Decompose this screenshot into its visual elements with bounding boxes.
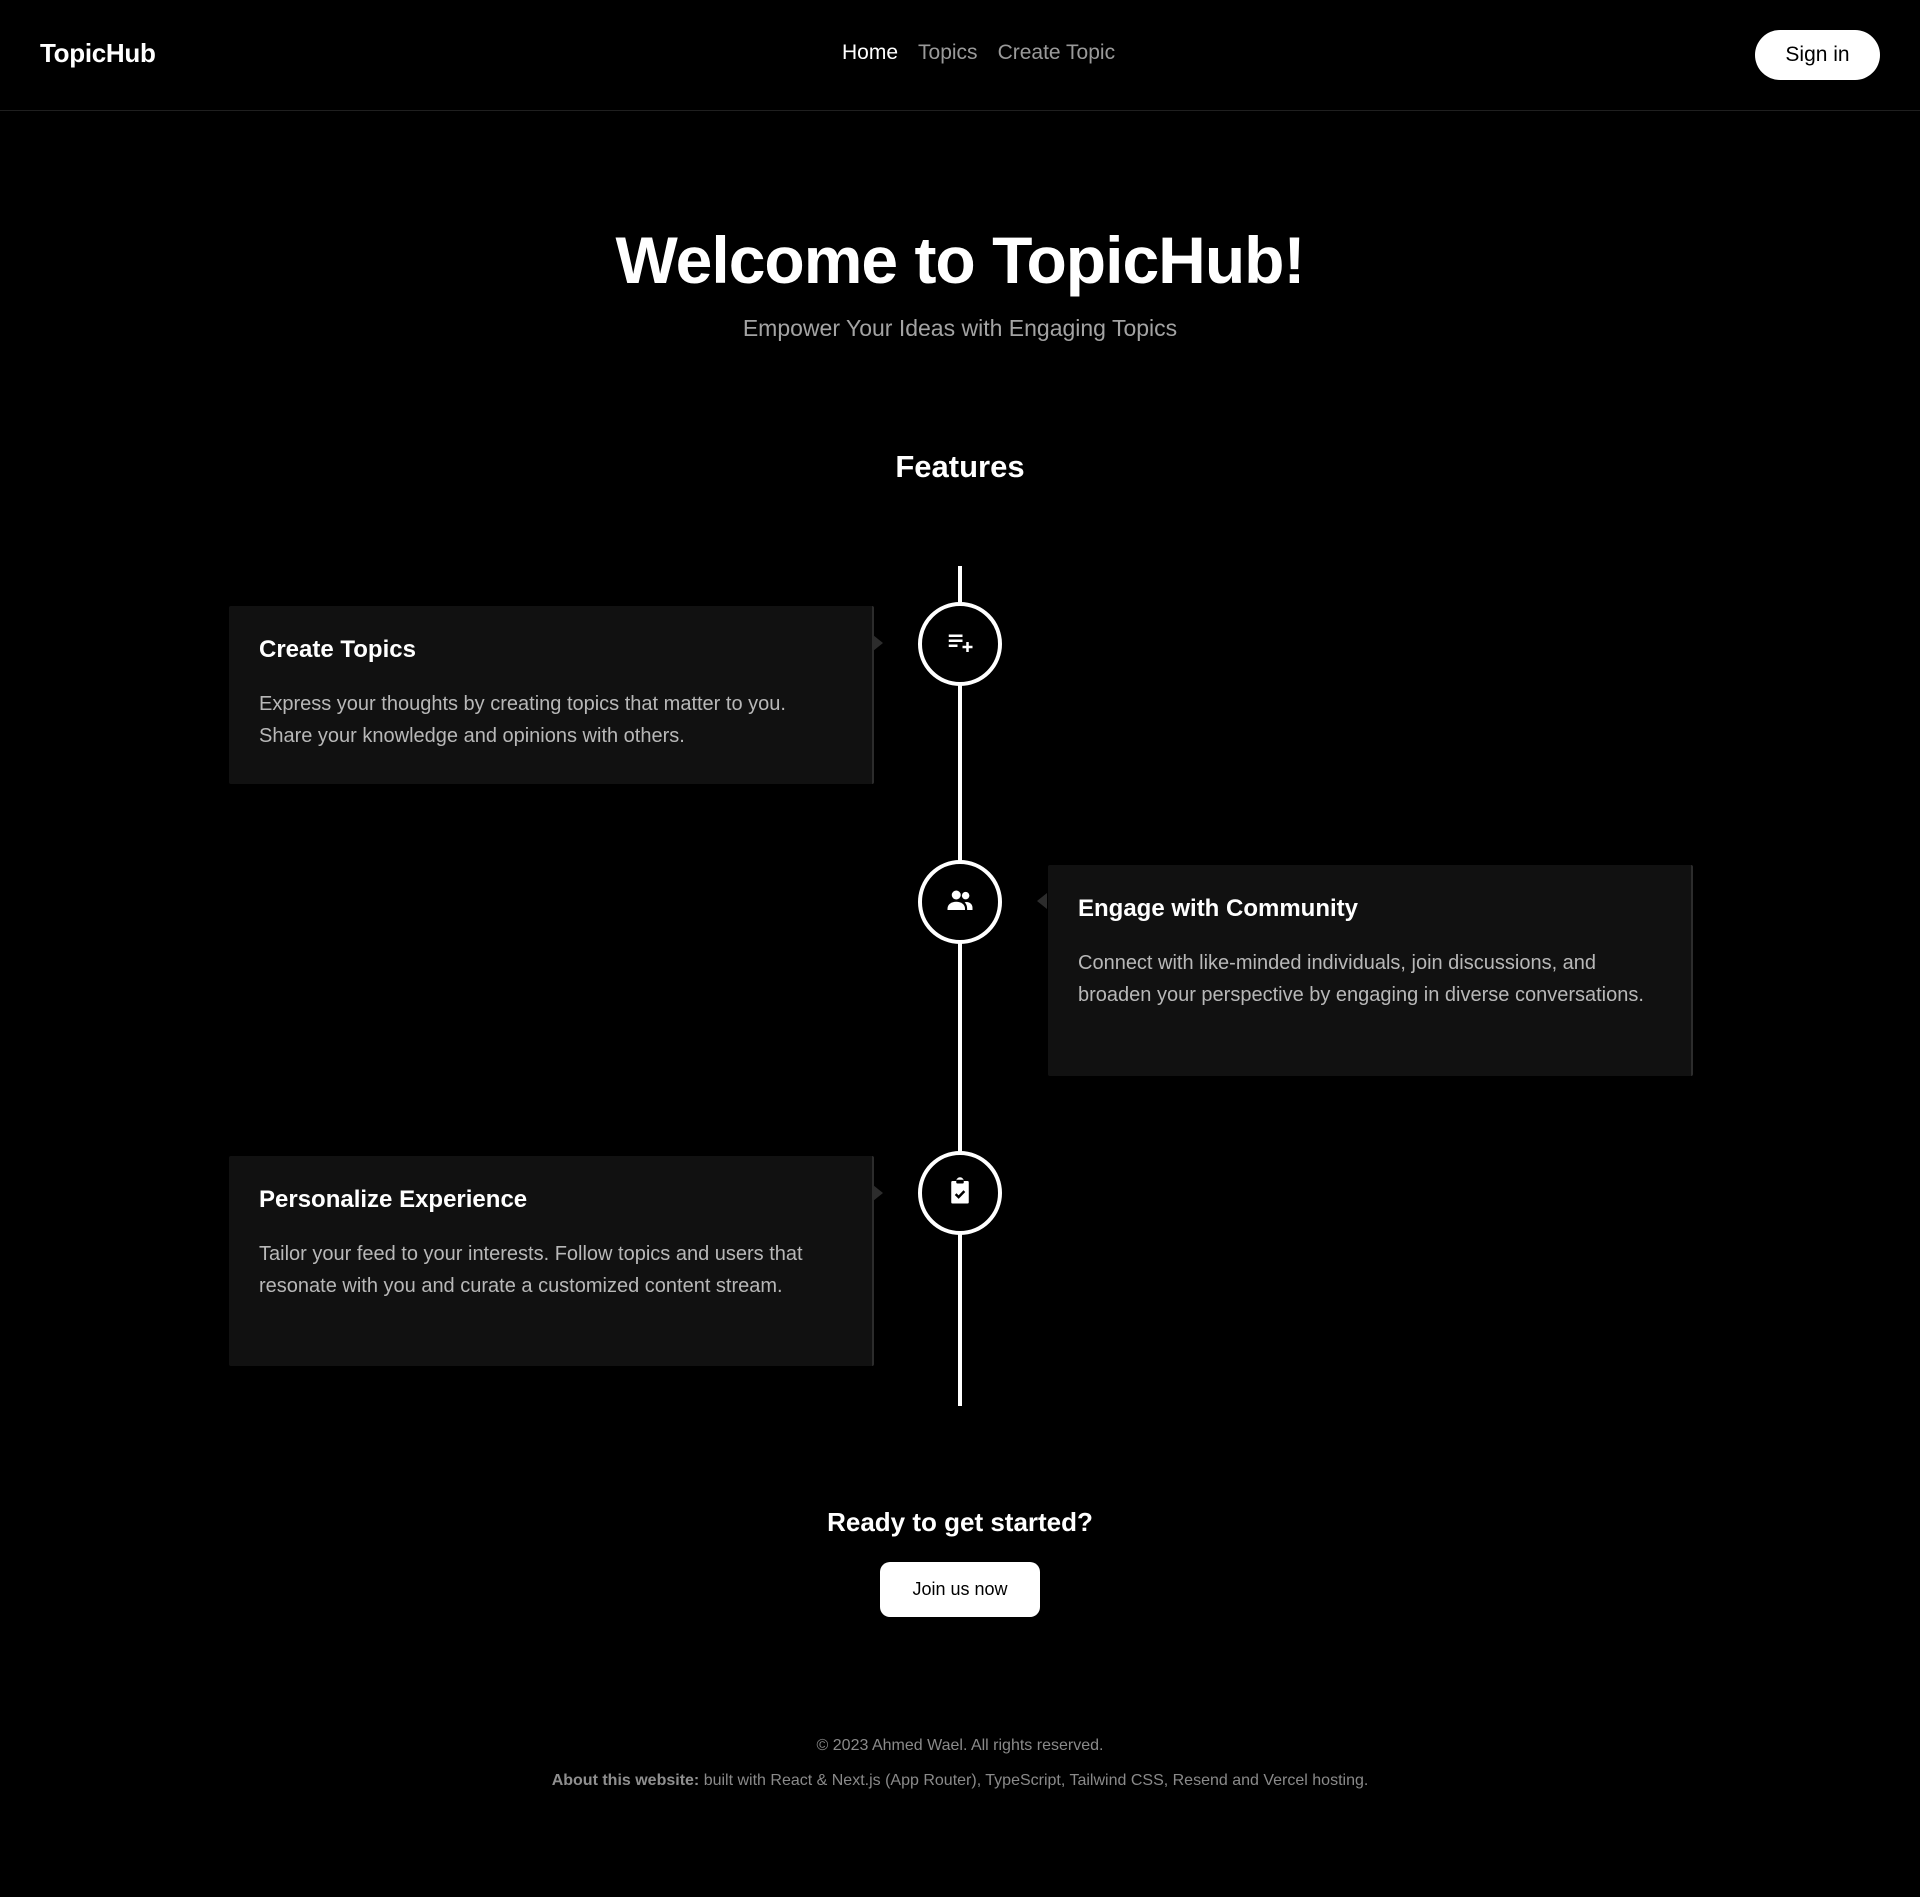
nav-link-topics[interactable]: Topics [918,41,978,65]
footer-about-label: About this website: [551,1772,700,1789]
page: TopicHub Home Topics Create Topic Sign i… [0,0,1920,1897]
timeline-node-create-topics [918,602,1002,686]
nav-link-home[interactable]: Home [842,41,898,65]
feature-description: Express your thoughts by creating topics… [259,693,786,747]
timeline-node-engage-community [918,860,1002,944]
footer-about-text: built with React & Next.js (App Router),… [699,1772,1369,1789]
site-logo[interactable]: TopicHub [40,38,156,69]
main-nav: Home Topics Create Topic [842,41,1115,65]
feature-card-create-topics: Create Topics Express your thoughts by c… [229,606,874,784]
features-heading: Features [895,449,1025,484]
people-icon [945,885,975,920]
cta-heading: Ready to get started? [827,1507,1093,1537]
feature-description: Connect with like-minded individuals, jo… [1078,952,1644,1006]
site-header: TopicHub Home Topics Create Topic Sign i… [0,0,1920,111]
join-us-button[interactable]: Join us now [880,1562,1040,1617]
feature-title: Engage with Community [1078,895,1359,922]
feature-card-personalize: Personalize Experience Tailor your feed … [229,1156,874,1366]
clipboard-check-icon [945,1176,975,1211]
footer-copyright: © 2023 Ahmed Wael. All rights reserved. [816,1737,1104,1754]
footer-about: About this website: built with React & N… [0,1772,1920,1790]
feature-card-engage-community: Engage with Community Connect with like-… [1048,865,1693,1076]
hero-subtitle: Empower Your Ideas with Engaging Topics [742,315,1178,341]
card-pointer [873,635,883,651]
timeline-node-personalize [918,1151,1002,1235]
feature-title: Personalize Experience [259,1186,528,1213]
hero-title: Welcome to TopicHub! [615,223,1306,297]
playlist-add-icon [945,627,975,662]
nav-link-create-topic[interactable]: Create Topic [998,41,1116,65]
feature-description: Tailor your feed to your interests. Foll… [259,1243,803,1297]
card-pointer [873,1185,883,1201]
card-pointer [1037,893,1047,909]
feature-title: Create Topics [259,636,416,663]
timeline-line [958,566,962,1406]
sign-in-button[interactable]: Sign in [1755,30,1880,80]
